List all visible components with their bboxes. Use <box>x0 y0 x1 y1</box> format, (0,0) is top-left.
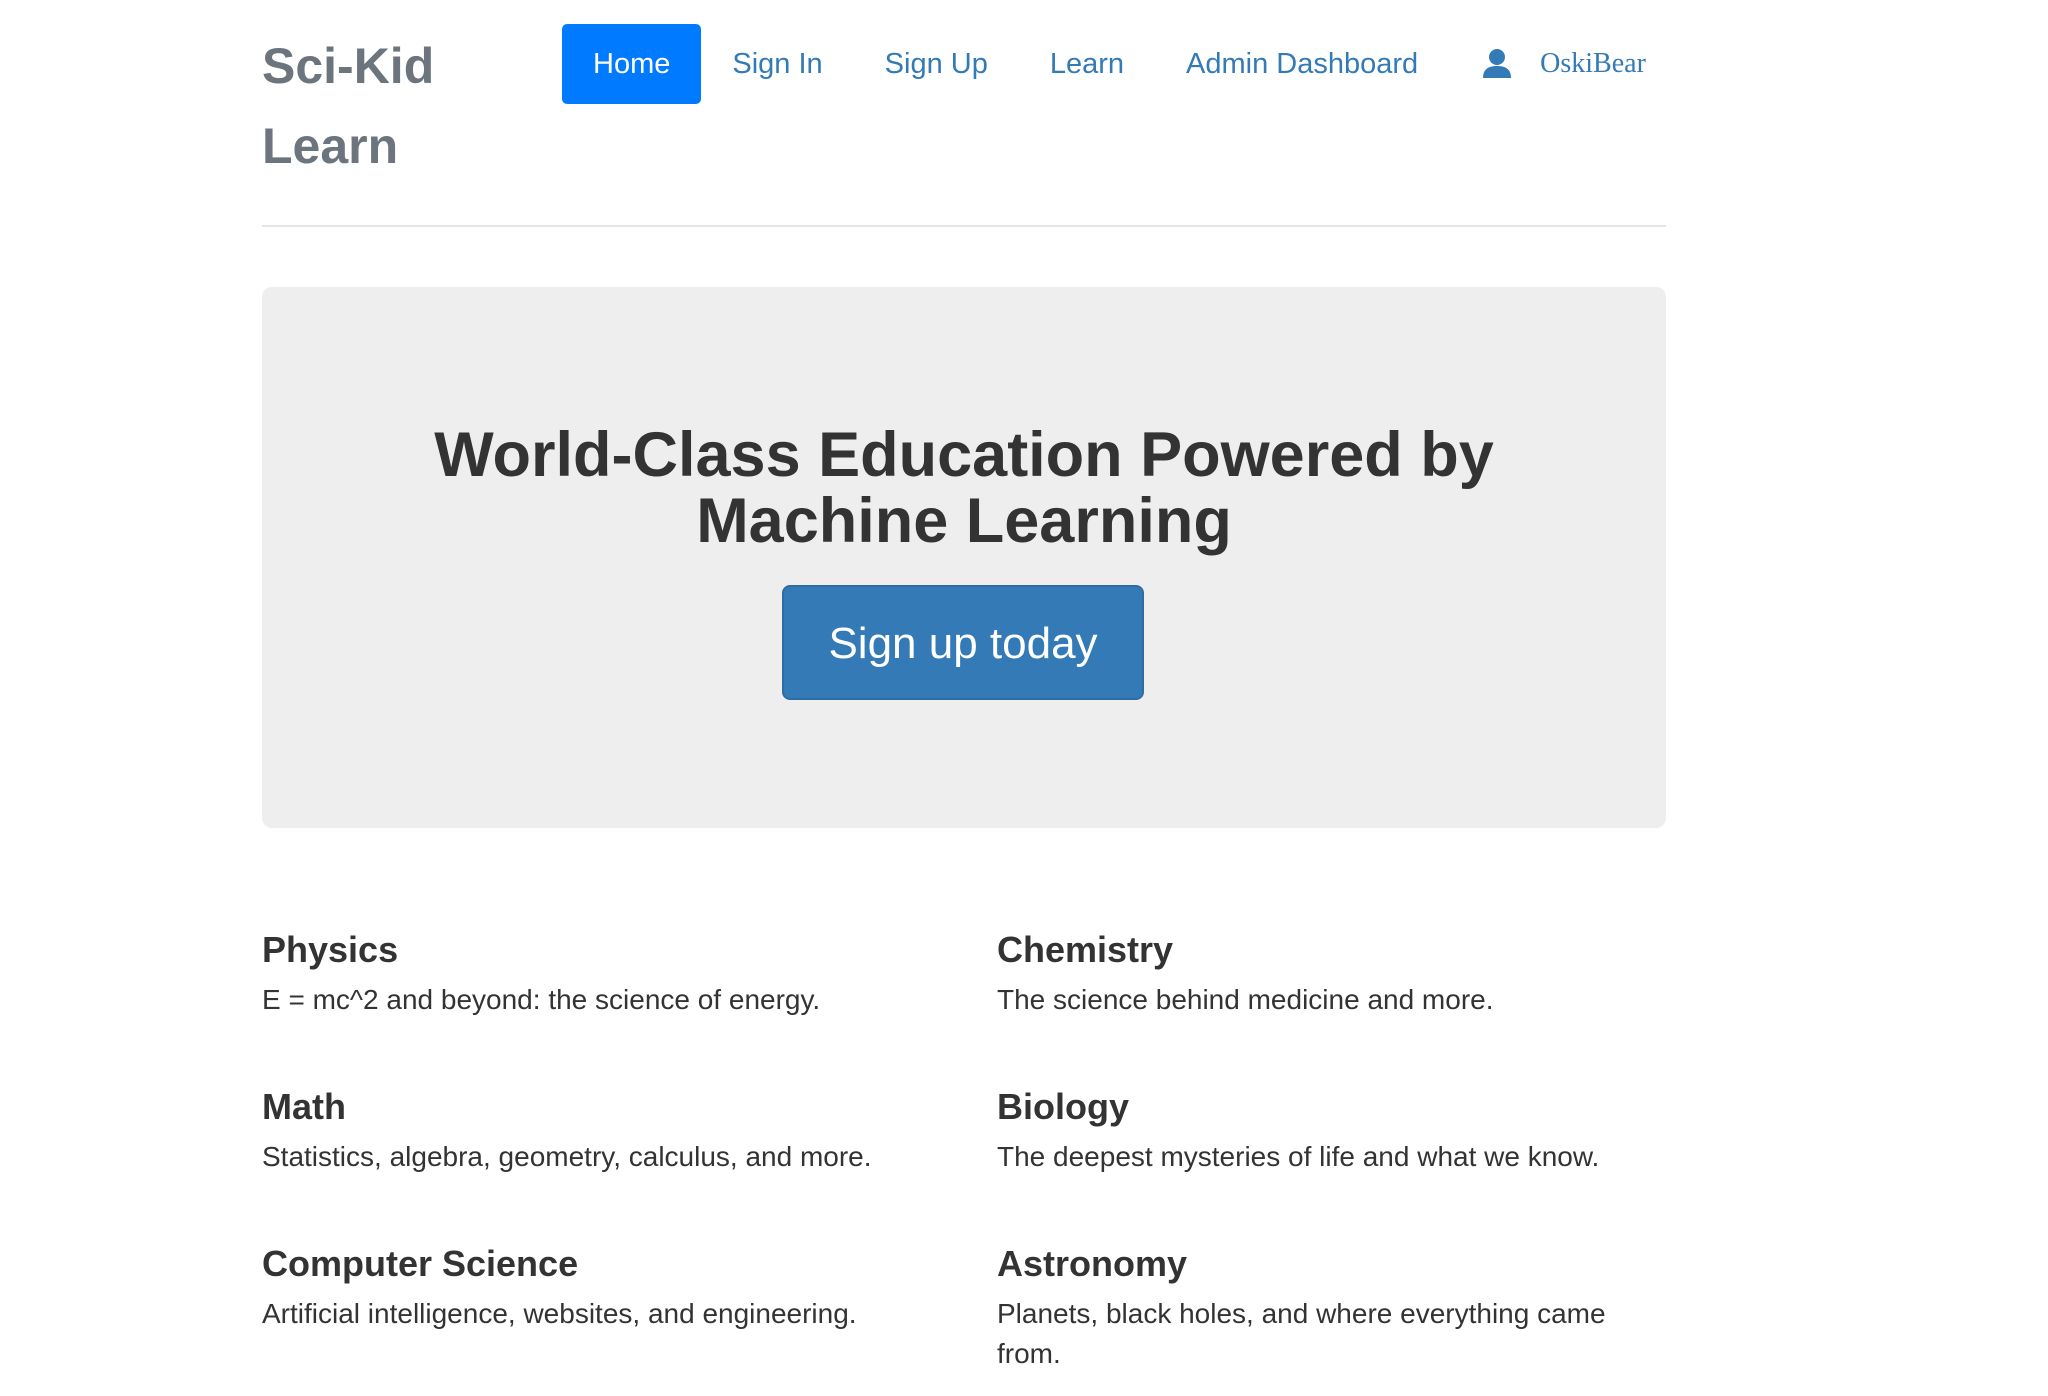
hero-title-wrap: World-Class Education Powered by Machine… <box>262 422 1666 554</box>
subject-title: Biology <box>997 1086 1129 1127</box>
brand-logo-text[interactable]: Sci-Kid Learn <box>262 26 462 186</box>
subject-description: Artificial intelligence, websites, and e… <box>262 1298 857 1329</box>
subject-description: Statistics, algebra, geometry, calculus,… <box>262 1141 872 1172</box>
subject-physics: Physics E = mc^2 and beyond: the science… <box>262 920 902 1020</box>
subject-title: Chemistry <box>997 929 1174 970</box>
nav-home[interactable]: Home <box>562 24 702 104</box>
nav-learn[interactable]: Learn <box>1019 24 1155 104</box>
nav-sign-in[interactable]: Sign In <box>701 24 853 104</box>
subject-title: Math <box>262 1086 346 1127</box>
user-name: OskiBear <box>1540 48 1646 79</box>
subject-description: E = mc^2 and beyond: the science of ener… <box>262 984 821 1015</box>
subject-title: Physics <box>262 929 399 970</box>
subject-description: The science behind medicine and more. <box>997 984 1494 1015</box>
user-icon <box>1483 49 1512 78</box>
nav-sign-up[interactable]: Sign Up <box>854 24 1019 104</box>
subject-computer-science: Computer Science Artificial intelligence… <box>262 1234 902 1334</box>
subject-title: Astronomy <box>997 1243 1188 1284</box>
subject-description: The deepest mysteries of life and what w… <box>997 1141 1600 1172</box>
subject-description: Planets, black holes, and where everythi… <box>997 1298 1606 1369</box>
subject-chemistry: Chemistry The science behind medicine an… <box>997 920 1637 1020</box>
subject-biology: Biology The deepest mysteries of life an… <box>997 1077 1637 1177</box>
subject-math: Math Statistics, algebra, geometry, calc… <box>262 1077 902 1177</box>
hero-jumbotron: World-Class Education Powered by Machine… <box>262 287 1666 828</box>
hero-title: World-Class Education Powered by Machine… <box>434 420 1494 556</box>
subject-title: Computer Science <box>262 1243 579 1284</box>
top-nav: Home Sign In Sign Up Learn Admin Dashboa… <box>562 24 1646 104</box>
sign-up-today-button[interactable]: Sign up today <box>782 585 1144 700</box>
header-divider <box>262 225 1666 227</box>
subject-astronomy: Astronomy Planets, black holes, and wher… <box>997 1234 1637 1374</box>
nav-admin-dashboard[interactable]: Admin Dashboard <box>1155 24 1449 104</box>
nav-user-account[interactable]: OskiBear <box>1482 48 1646 80</box>
page: Sci-Kid Learn Home Sign In Sign Up Learn… <box>0 0 2048 1396</box>
